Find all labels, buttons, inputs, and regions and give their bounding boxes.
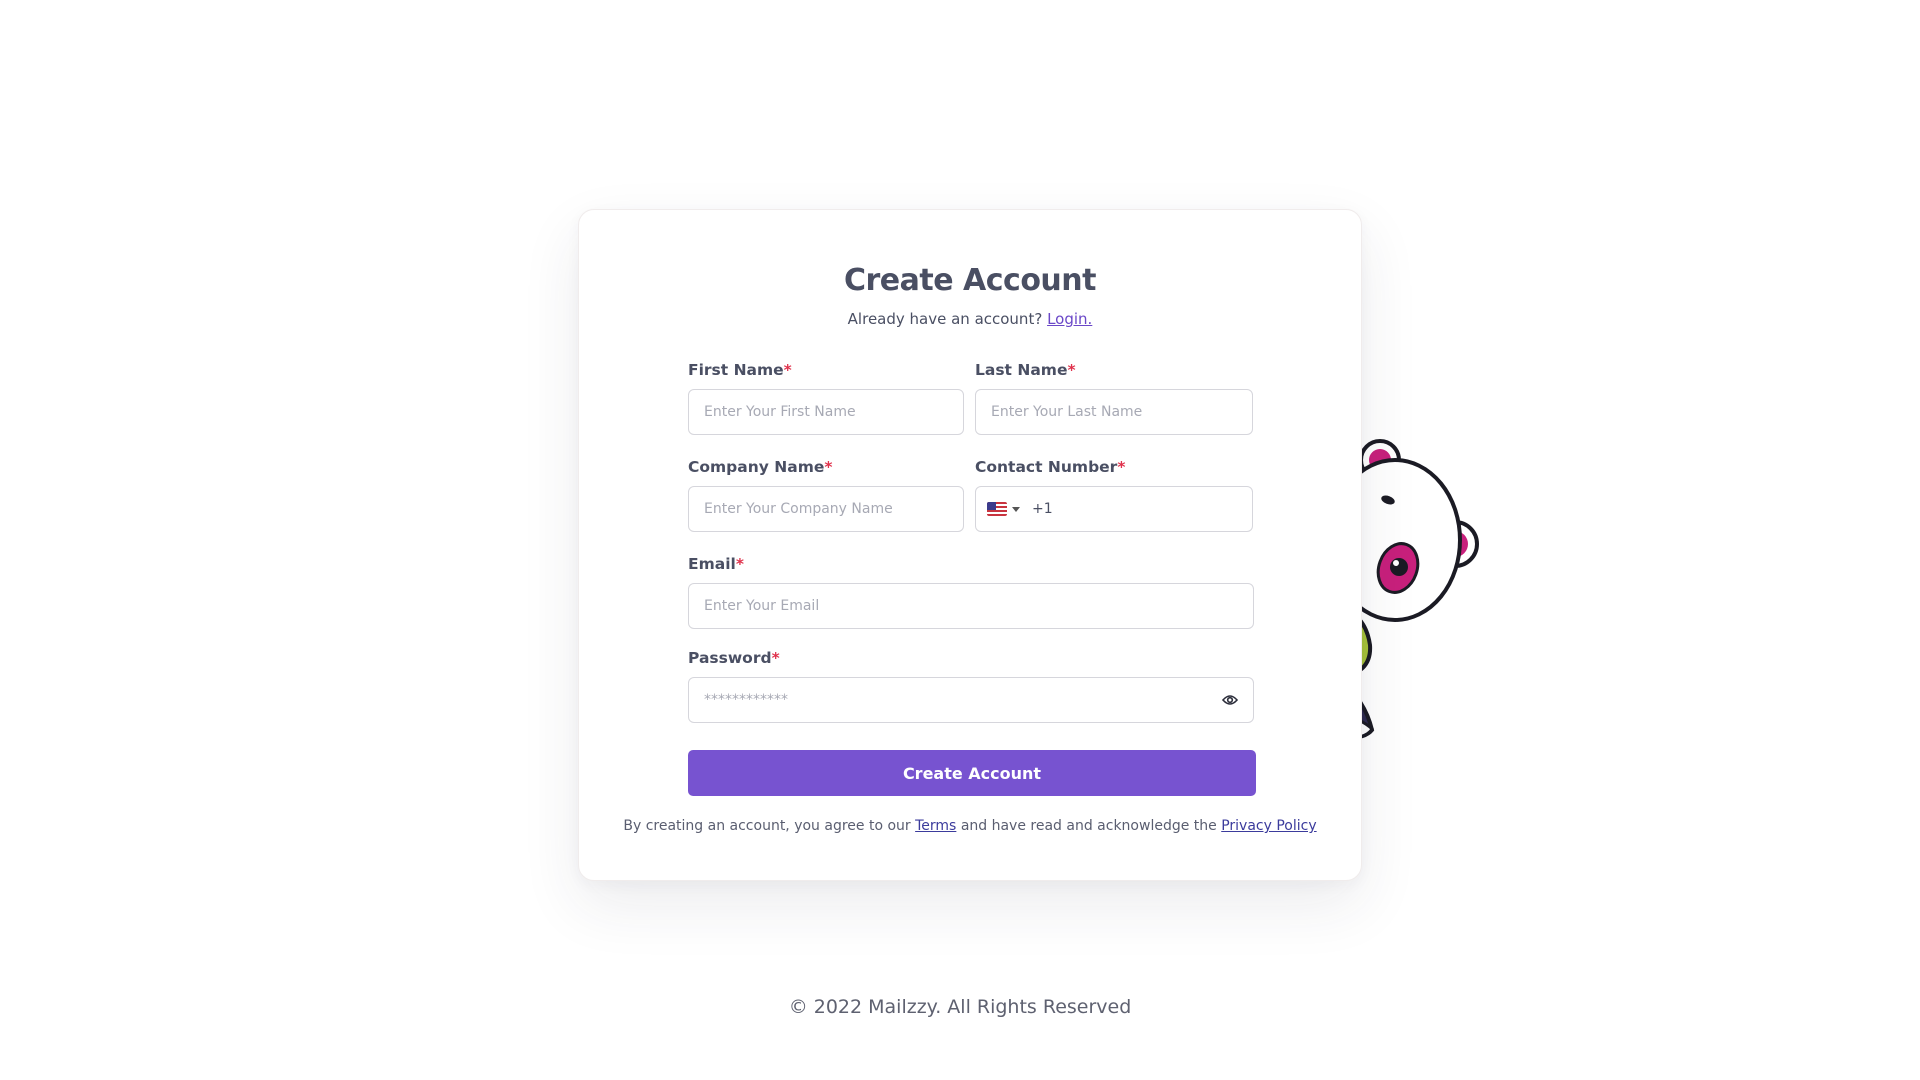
terms-link[interactable]: Terms [915,818,956,834]
signup-card: Create Account Already have an account? … [578,209,1362,881]
login-prompt: Already have an account? Login. [579,310,1361,328]
copyright-footer: © 2022 Mailzzy. All Rights Reserved [788,996,1132,1018]
password-input[interactable] [688,677,1254,723]
eye-icon[interactable] [1222,693,1238,707]
terms-middle: and have read and acknowledge the [960,818,1217,834]
login-link[interactable]: Login. [1047,310,1092,328]
password-field: Password* [688,649,1254,723]
create-account-button[interactable]: Create Account [688,750,1256,796]
first-name-label: First Name* [688,361,792,379]
email-input[interactable] [688,583,1254,629]
last-name-field: Last Name* [975,361,1253,435]
terms-prefix: By creating an account, you agree to our [623,818,911,834]
contact-number-input[interactable] [1032,501,1232,517]
first-name-field: First Name* [688,361,964,435]
password-label: Password* [688,649,780,667]
email-field: Email* [688,555,1254,629]
company-name-field: Company Name* [688,458,964,532]
page-title: Create Account [844,263,1096,298]
phone-input-wrapper [975,486,1253,532]
us-flag-icon [987,502,1007,516]
privacy-policy-link[interactable]: Privacy Policy [1221,818,1316,834]
company-name-label: Company Name* [688,458,833,476]
first-name-input[interactable] [688,389,964,435]
login-prompt-text: Already have an account? [847,310,1043,328]
contact-number-field: Contact Number* [975,458,1253,532]
last-name-label: Last Name* [975,361,1076,379]
terms-notice: By creating an account, you agree to our… [579,818,1361,834]
company-name-input[interactable] [688,486,964,532]
contact-number-label: Contact Number* [975,458,1126,476]
email-label: Email* [688,555,744,573]
last-name-input[interactable] [975,389,1253,435]
country-select[interactable] [976,487,1020,531]
caret-down-icon [1012,506,1020,512]
